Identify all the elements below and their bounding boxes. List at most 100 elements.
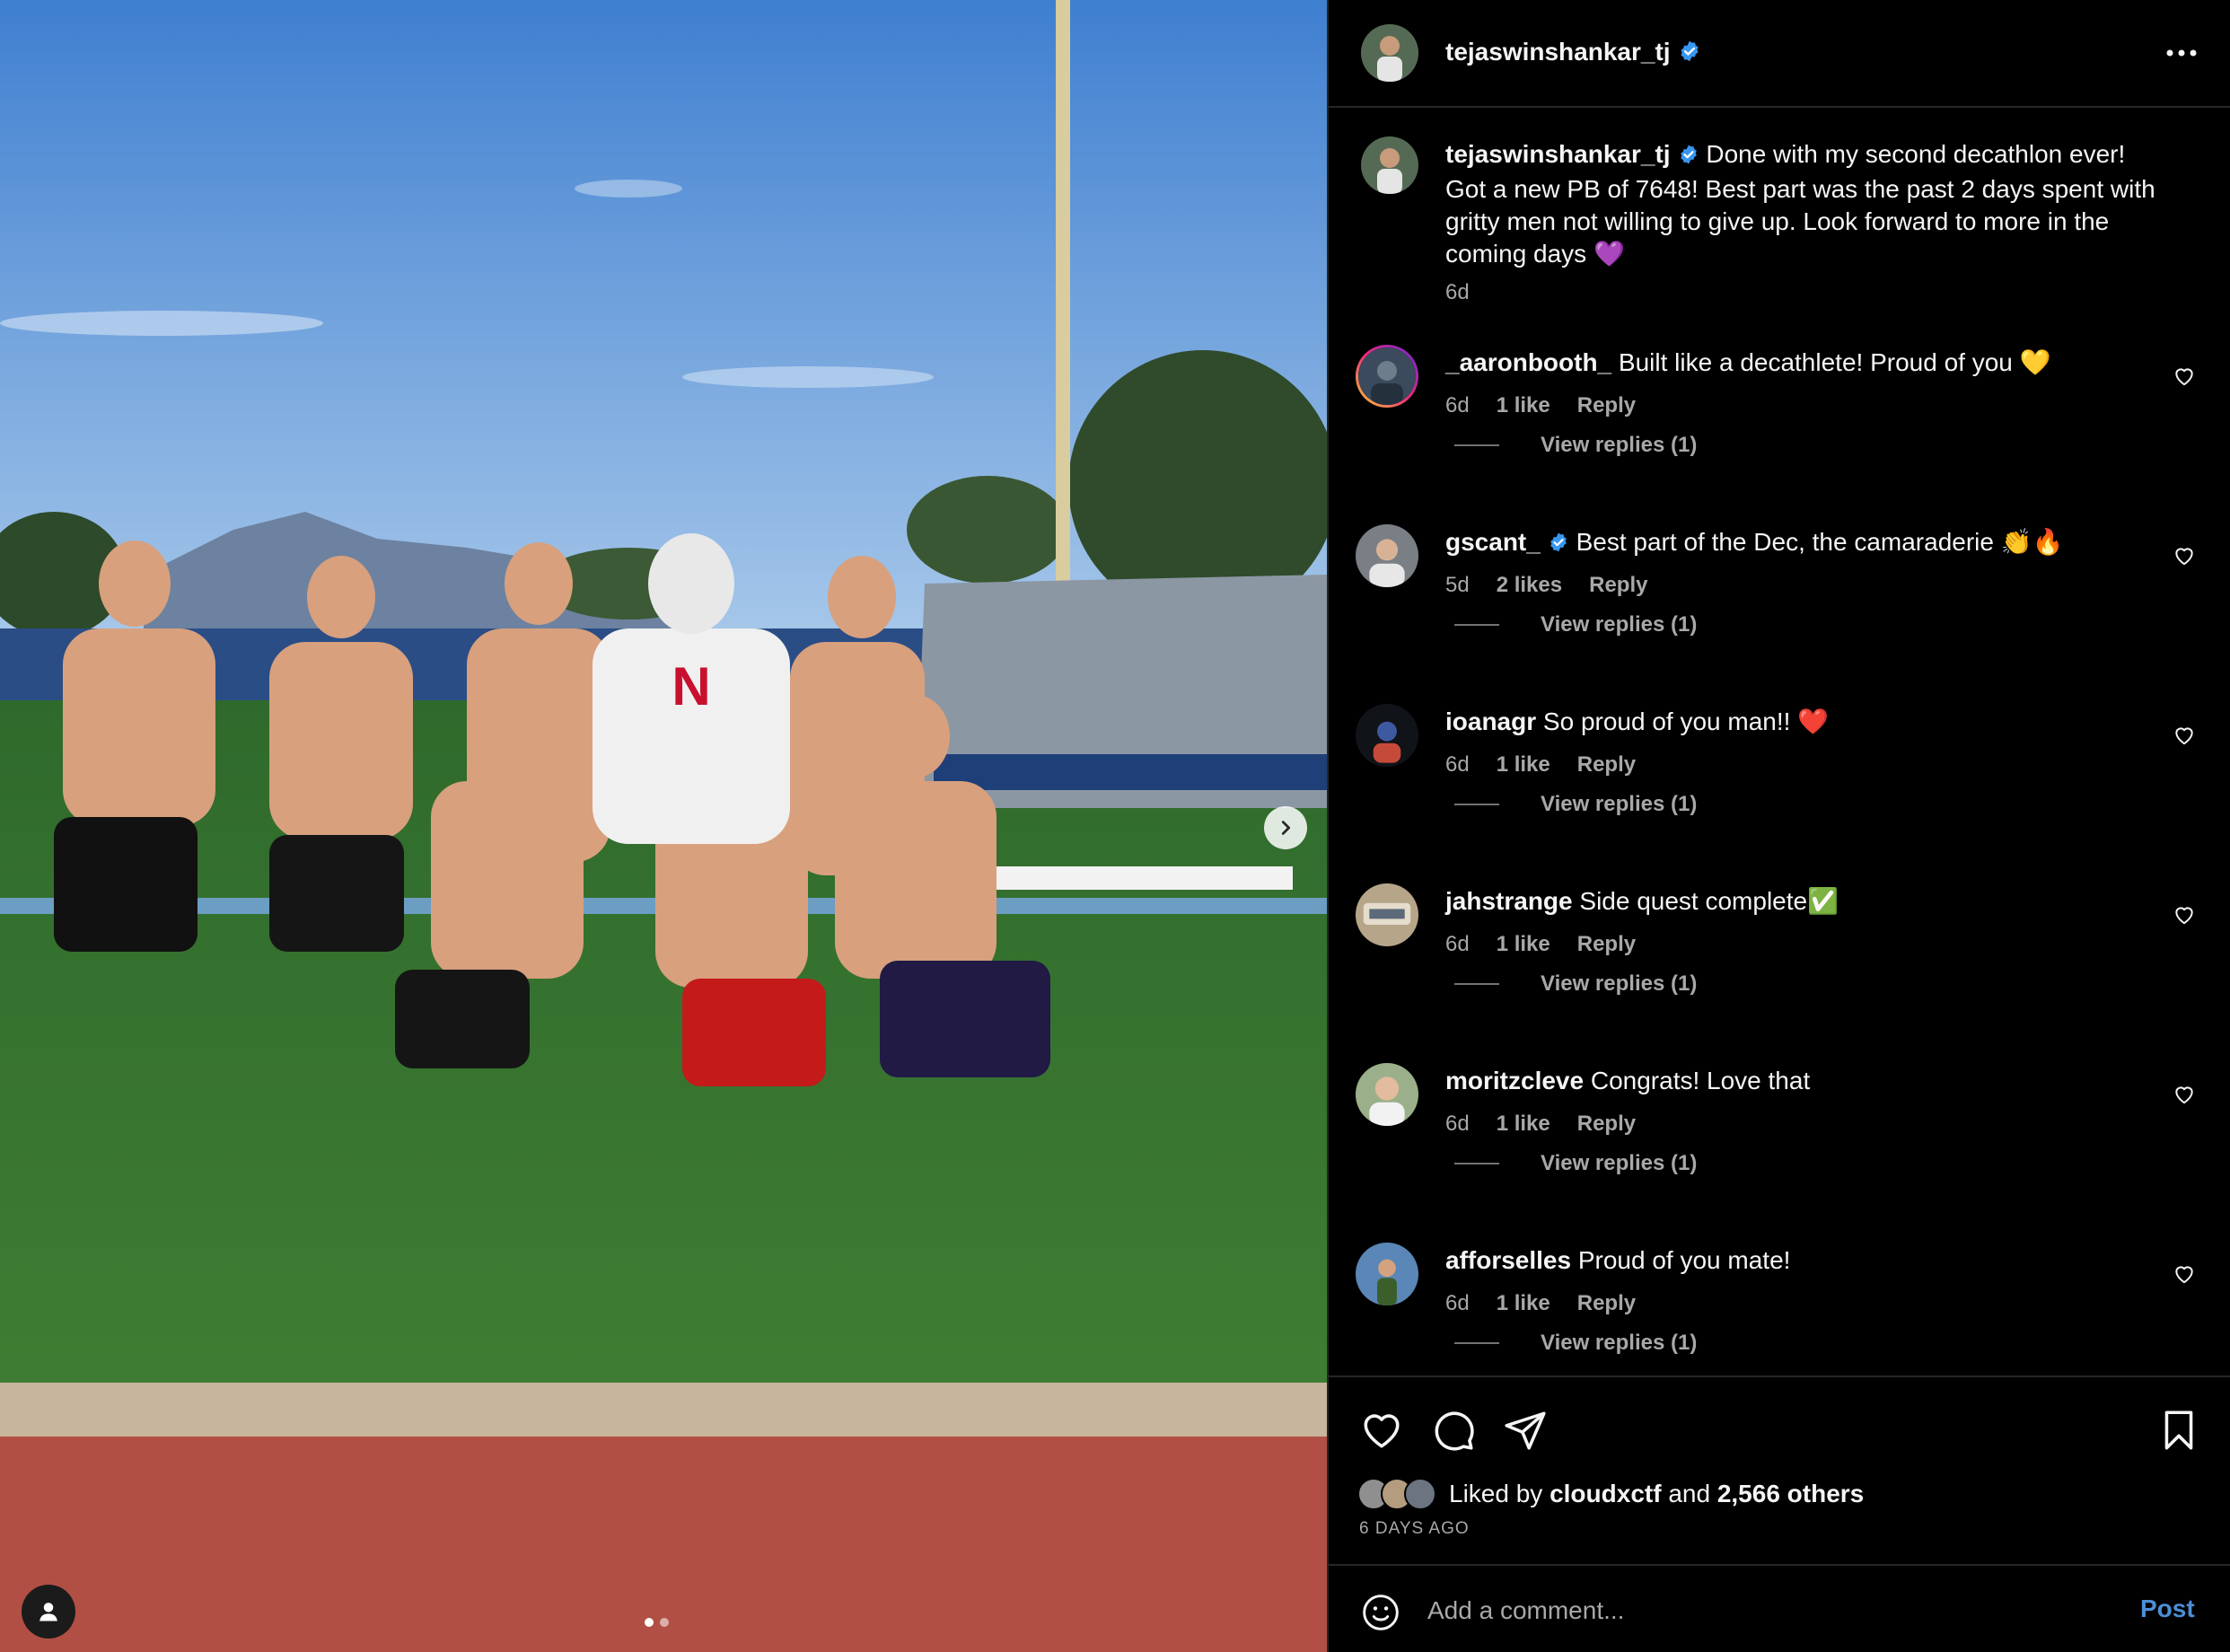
verified-badge-icon xyxy=(1548,529,1569,561)
avatar-image xyxy=(1356,1243,1418,1305)
commenter-avatar[interactable] xyxy=(1356,883,1418,946)
comment-time: 6d xyxy=(1445,1112,1470,1136)
author-username[interactable]: tejaswinshankar_tj xyxy=(1445,38,1701,69)
verified-badge-icon xyxy=(1678,141,1699,173)
comment-likes[interactable]: 1 like xyxy=(1497,752,1550,778)
likes-summary[interactable]: Liked by cloudxctf and 2,566 others xyxy=(1357,1478,1864,1510)
carousel-dot-1 xyxy=(645,1618,654,1627)
add-comment-row: Post xyxy=(1329,1564,2230,1652)
replies-divider xyxy=(1454,983,1499,985)
comment-likes[interactable]: 1 like xyxy=(1497,1291,1550,1316)
caption-author-avatar[interactable] xyxy=(1361,136,1418,194)
view-replies-button[interactable]: View replies (1) xyxy=(1454,971,1697,997)
comment-actions: 6d 1 like Reply xyxy=(1445,752,1636,778)
comment-text: Side quest complete✅ xyxy=(1579,887,1839,915)
comment-username[interactable]: afforselles xyxy=(1445,1246,1571,1274)
save-button[interactable] xyxy=(2156,1408,2201,1457)
view-replies-button[interactable]: View replies (1) xyxy=(1454,1151,1697,1176)
replies-divider xyxy=(1454,1342,1499,1344)
comment-actions: 5d 2 likes Reply xyxy=(1445,573,1647,598)
comment-item: _aaronbooth_ Built like a decathlete! Pr… xyxy=(1329,338,2230,517)
comment-likes[interactable]: 1 like xyxy=(1497,1112,1550,1137)
commenter-avatar[interactable] xyxy=(1356,704,1418,767)
author-avatar[interactable] xyxy=(1361,24,1418,82)
post-image: N xyxy=(0,0,1327,1652)
reply-button[interactable]: Reply xyxy=(1577,393,1636,418)
liked-by-others[interactable]: 2,566 others xyxy=(1717,1480,1864,1508)
liked-by-user[interactable]: cloudxctf xyxy=(1550,1480,1661,1508)
avatar-image xyxy=(1356,1063,1418,1126)
comment-input[interactable] xyxy=(1427,1587,2092,1634)
like-comment-button[interactable] xyxy=(2173,1083,2198,1108)
view-replies-label: View replies (1) xyxy=(1541,1331,1698,1355)
like-comment-button[interactable] xyxy=(2173,1262,2198,1287)
like-comment-button[interactable] xyxy=(2173,724,2198,749)
comment-text: Built like a decathlete! Proud of you 💛 xyxy=(1618,348,2051,376)
comment-username[interactable]: _aaronbooth_ xyxy=(1445,348,1611,376)
post-comment-button[interactable]: Post xyxy=(2140,1595,2195,1623)
like-comment-button[interactable] xyxy=(2173,365,2198,390)
commenter-avatar[interactable] xyxy=(1356,1063,1418,1126)
reply-button[interactable]: Reply xyxy=(1577,752,1636,778)
like-comment-button[interactable] xyxy=(2173,544,2198,569)
liked-by-and: and xyxy=(1668,1480,1711,1507)
view-replies-label: View replies (1) xyxy=(1541,612,1698,637)
view-replies-label: View replies (1) xyxy=(1541,792,1698,816)
tagged-users-button[interactable] xyxy=(22,1585,75,1639)
comment-item: jahstrange Side quest complete✅ 6d 1 lik… xyxy=(1329,876,2230,1056)
svg-text:N: N xyxy=(672,656,710,716)
next-slide-button[interactable] xyxy=(1264,806,1307,849)
comment-username[interactable]: gscant_ xyxy=(1445,528,1541,556)
view-replies-button[interactable]: View replies (1) xyxy=(1454,1331,1697,1356)
share-button[interactable] xyxy=(1503,1408,1548,1457)
view-replies-button[interactable]: View replies (1) xyxy=(1454,792,1697,817)
view-replies-button[interactable]: View replies (1) xyxy=(1454,433,1697,458)
post-header: tejaswinshankar_tj xyxy=(1329,0,2230,108)
avatar-image xyxy=(1356,704,1418,767)
comment-username[interactable]: jahstrange xyxy=(1445,887,1573,915)
comment-likes[interactable]: 1 like xyxy=(1497,932,1550,957)
comment-likes[interactable]: 2 likes xyxy=(1497,573,1562,598)
comment-time: 6d xyxy=(1445,1291,1470,1315)
comment-body: _aaronbooth_ Built like a decathlete! Pr… xyxy=(1445,347,2146,379)
reply-button[interactable]: Reply xyxy=(1577,1112,1636,1137)
comments-list[interactable]: tejaswinshankar_tj Done with my second d… xyxy=(1329,110,2230,1375)
comment-username[interactable]: ioanagr xyxy=(1445,707,1536,735)
emoji-button[interactable] xyxy=(1361,1593,1400,1637)
send-icon xyxy=(1505,1411,1546,1450)
commenter-avatar[interactable] xyxy=(1356,524,1418,587)
comment-username[interactable]: moritzcleve xyxy=(1445,1067,1584,1094)
comment-button[interactable] xyxy=(1431,1408,1476,1457)
heart-icon xyxy=(1364,1414,1400,1448)
replies-divider xyxy=(1454,624,1499,626)
liker-avatars xyxy=(1357,1478,1436,1510)
like-button[interactable] xyxy=(1359,1408,1404,1457)
bookmark-icon xyxy=(2164,1410,2193,1450)
more-options-button[interactable] xyxy=(2159,40,2204,66)
comment-body: gscant_ Best part of the Dec, the camara… xyxy=(1445,526,2146,561)
heart-icon xyxy=(2175,1266,2193,1284)
comment-actions: 6d 1 like Reply xyxy=(1445,932,1636,957)
caption-username[interactable]: tejaswinshankar_tj xyxy=(1445,140,1671,168)
like-comment-button[interactable] xyxy=(2173,903,2198,928)
avatar-image xyxy=(1361,24,1418,82)
reply-button[interactable]: Reply xyxy=(1577,932,1636,957)
comment-text: Congrats! Love that xyxy=(1590,1067,1811,1094)
caption-timestamp: 6d xyxy=(1445,280,1470,304)
comment-item: gscant_ Best part of the Dec, the camara… xyxy=(1329,517,2230,697)
comment-body: afforselles Proud of you mate! xyxy=(1445,1244,2146,1277)
comment-likes[interactable]: 1 like xyxy=(1497,393,1550,418)
reply-button[interactable]: Reply xyxy=(1589,573,1647,598)
post-time-ago: 6 DAYS AGO xyxy=(1359,1519,1470,1538)
reply-button[interactable]: Reply xyxy=(1577,1291,1636,1316)
post-footer: Liked by cloudxctf and 2,566 others 6 DA… xyxy=(1329,1375,2230,1652)
heart-icon xyxy=(2175,727,2193,745)
commenter-avatar[interactable] xyxy=(1356,345,1418,408)
avatar-image xyxy=(1356,883,1418,946)
commenter-avatar[interactable] xyxy=(1356,1243,1418,1305)
verified-badge-icon xyxy=(1678,40,1701,69)
view-replies-button[interactable]: View replies (1) xyxy=(1454,612,1697,637)
avatar-image xyxy=(1356,524,1418,587)
comment-actions: 6d 1 like Reply xyxy=(1445,1112,1636,1137)
carousel-indicator xyxy=(645,1618,669,1627)
